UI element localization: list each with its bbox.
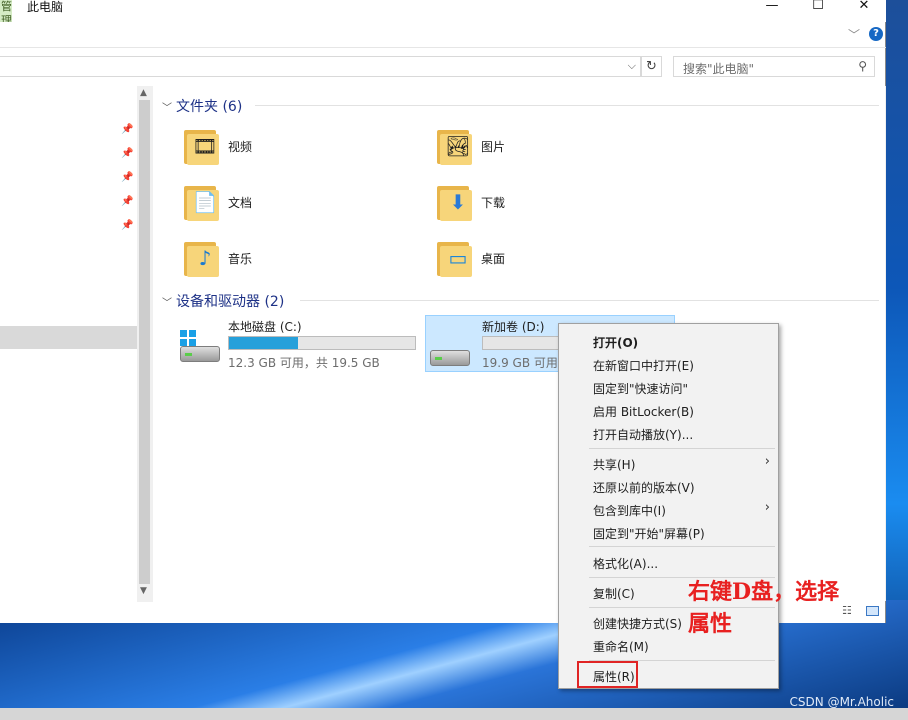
hard-drive-icon bbox=[176, 330, 222, 364]
menu-item-restore-versions[interactable]: 还原以前的版本(V) bbox=[559, 475, 778, 497]
search-input[interactable]: 搜索"此电脑" ⚲ bbox=[673, 56, 875, 77]
drive-c[interactable]: 本地磁盘 (C:) 12.3 GB 可用，共 19.5 GB bbox=[176, 316, 422, 372]
menu-item-label: 打开(O) bbox=[593, 336, 639, 350]
folder-videos[interactable]: 🎞 视频 bbox=[182, 126, 412, 172]
minimize-button[interactable]: — bbox=[749, 0, 795, 14]
menu-item-open[interactable]: 打开(O) bbox=[559, 330, 778, 352]
drive-info: 19.9 GB 可用 bbox=[482, 356, 558, 370]
annotation-text: 右键D盘，选择 属性 bbox=[688, 576, 878, 640]
folder-documents[interactable]: 📄 文档 bbox=[182, 182, 412, 228]
nav-scrollbar[interactable]: ▲ ▼ bbox=[137, 86, 153, 602]
nav-item-this-pc[interactable] bbox=[0, 326, 137, 349]
drive-name: 本地磁盘 (C:) bbox=[228, 320, 302, 334]
folders-section-header[interactable]: ﹀ 文件夹 (6) bbox=[162, 96, 242, 116]
folder-pictures[interactable]: 🏞 图片 bbox=[435, 126, 665, 172]
devices-header-label: 设备和驱动器 (2) bbox=[176, 294, 285, 310]
window-title: 此电脑 bbox=[27, 0, 64, 14]
drive-name: 新加卷 (D:) bbox=[482, 320, 545, 334]
folder-desktop[interactable]: ▭ 桌面 bbox=[435, 238, 665, 284]
music-icon: ♪ bbox=[182, 238, 222, 278]
menu-item-format[interactable]: 格式化(A)... bbox=[559, 551, 778, 573]
folder-label: 文档 bbox=[228, 196, 253, 210]
picture-icon: 🏞 bbox=[435, 126, 475, 166]
menu-item-label: 还原以前的版本(V) bbox=[593, 481, 695, 495]
menu-separator bbox=[589, 448, 775, 449]
hard-drive-icon bbox=[426, 330, 472, 366]
help-icon[interactable]: ? bbox=[869, 27, 883, 41]
taskbar bbox=[0, 708, 908, 720]
folder-downloads[interactable]: ⬇ 下载 bbox=[435, 182, 665, 228]
menu-item-label: 重命名(M) bbox=[593, 640, 649, 654]
menu-item-label: 创建快捷方式(S) bbox=[593, 617, 682, 631]
menu-item-label: 固定到"快速访问" bbox=[593, 382, 689, 396]
scroll-down-icon[interactable]: ▼ bbox=[140, 586, 147, 596]
scrollbar-thumb[interactable] bbox=[139, 100, 150, 584]
folder-label: 下载 bbox=[481, 196, 506, 210]
menu-item-autoplay[interactable]: 打开自动播放(Y)... bbox=[559, 422, 778, 444]
annotation-line: 属性 bbox=[688, 611, 733, 637]
menu-item-label: 在新窗口中打开(E) bbox=[593, 359, 694, 373]
pin-icon: 📌 bbox=[121, 124, 134, 135]
chevron-down-icon[interactable]: ⌵ bbox=[628, 59, 636, 73]
drive-usage-fill bbox=[229, 337, 298, 349]
menu-item-label: 复制(C) bbox=[593, 587, 635, 601]
collapse-icon[interactable]: ﹀ bbox=[162, 103, 172, 114]
folder-label: 音乐 bbox=[228, 252, 253, 266]
collapse-icon[interactable]: ﹀ bbox=[162, 298, 172, 309]
pin-icon: 📌 bbox=[121, 196, 134, 207]
folder-label: 桌面 bbox=[481, 252, 506, 266]
menu-item-pin-quick-access[interactable]: 固定到"快速访问" bbox=[559, 376, 778, 398]
close-button[interactable]: ✕ bbox=[841, 0, 887, 14]
desktop-icon: ▭ bbox=[435, 238, 475, 278]
menu-item-pin-start[interactable]: 固定到"开始"屏幕(P) bbox=[559, 521, 778, 543]
watermark: CSDN @Mr.Aholic bbox=[789, 695, 894, 709]
section-divider bbox=[255, 105, 879, 106]
annotation-line: 右键D盘，选择 bbox=[688, 579, 840, 605]
folder-music[interactable]: ♪ 音乐 bbox=[182, 238, 412, 284]
chevron-right-icon: › bbox=[764, 454, 770, 469]
menu-item-label: 打开自动播放(Y)... bbox=[593, 428, 694, 442]
menu-item-label: 包含到库中(I) bbox=[593, 504, 666, 518]
search-icon[interactable]: ⚲ bbox=[858, 59, 867, 73]
chevron-right-icon: › bbox=[764, 500, 770, 515]
refresh-button[interactable]: ↻ bbox=[641, 56, 662, 77]
menu-item-bitlocker[interactable]: 启用 BitLocker(B) bbox=[559, 399, 778, 421]
menu-item-share[interactable]: 共享(H) › bbox=[559, 452, 778, 474]
address-bar[interactable]: ⌵ bbox=[0, 56, 641, 77]
download-icon: ⬇ bbox=[435, 182, 475, 222]
expand-ribbon-icon[interactable]: ﹀ bbox=[848, 26, 860, 43]
video-icon: 🎞 bbox=[182, 126, 222, 166]
menu-item-open-new-window[interactable]: 在新窗口中打开(E) bbox=[559, 353, 778, 375]
menu-item-label: 共享(H) bbox=[593, 458, 636, 472]
folder-label: 图片 bbox=[481, 140, 506, 154]
drive-usage-bar bbox=[228, 336, 416, 350]
maximize-button[interactable]: ☐ bbox=[795, 0, 841, 14]
properties-highlight-box bbox=[577, 661, 638, 688]
section-divider bbox=[300, 300, 879, 301]
folders-header-label: 文件夹 (6) bbox=[176, 99, 243, 115]
title-bar: 管理 此电脑 — ☐ ✕ bbox=[0, 0, 886, 22]
search-placeholder: 搜索"此电脑" bbox=[683, 62, 755, 76]
pin-icon: 📌 bbox=[121, 220, 134, 231]
menu-item-label: 启用 BitLocker(B) bbox=[593, 405, 694, 419]
menu-separator bbox=[589, 546, 775, 547]
windows-logo-icon bbox=[180, 330, 196, 346]
folder-label: 视频 bbox=[228, 140, 253, 154]
document-icon: 📄 bbox=[182, 182, 222, 222]
ribbon-bar: ﹀ ? bbox=[0, 22, 886, 48]
pin-icon: 📌 bbox=[121, 148, 134, 159]
drive-info: 12.3 GB 可用，共 19.5 GB bbox=[228, 356, 380, 370]
content-scrollbar[interactable] bbox=[885, 86, 886, 601]
menu-item-label: 格式化(A)... bbox=[593, 557, 659, 571]
scroll-up-icon[interactable]: ▲ bbox=[140, 88, 147, 98]
ribbon-tab-manage[interactable]: 管理 bbox=[0, 0, 12, 22]
pin-icon: 📌 bbox=[121, 172, 134, 183]
devices-section-header[interactable]: ﹀ 设备和驱动器 (2) bbox=[162, 291, 284, 311]
menu-item-include-library[interactable]: 包含到库中(I) › bbox=[559, 498, 778, 520]
menu-item-label: 固定到"开始"屏幕(P) bbox=[593, 527, 705, 541]
